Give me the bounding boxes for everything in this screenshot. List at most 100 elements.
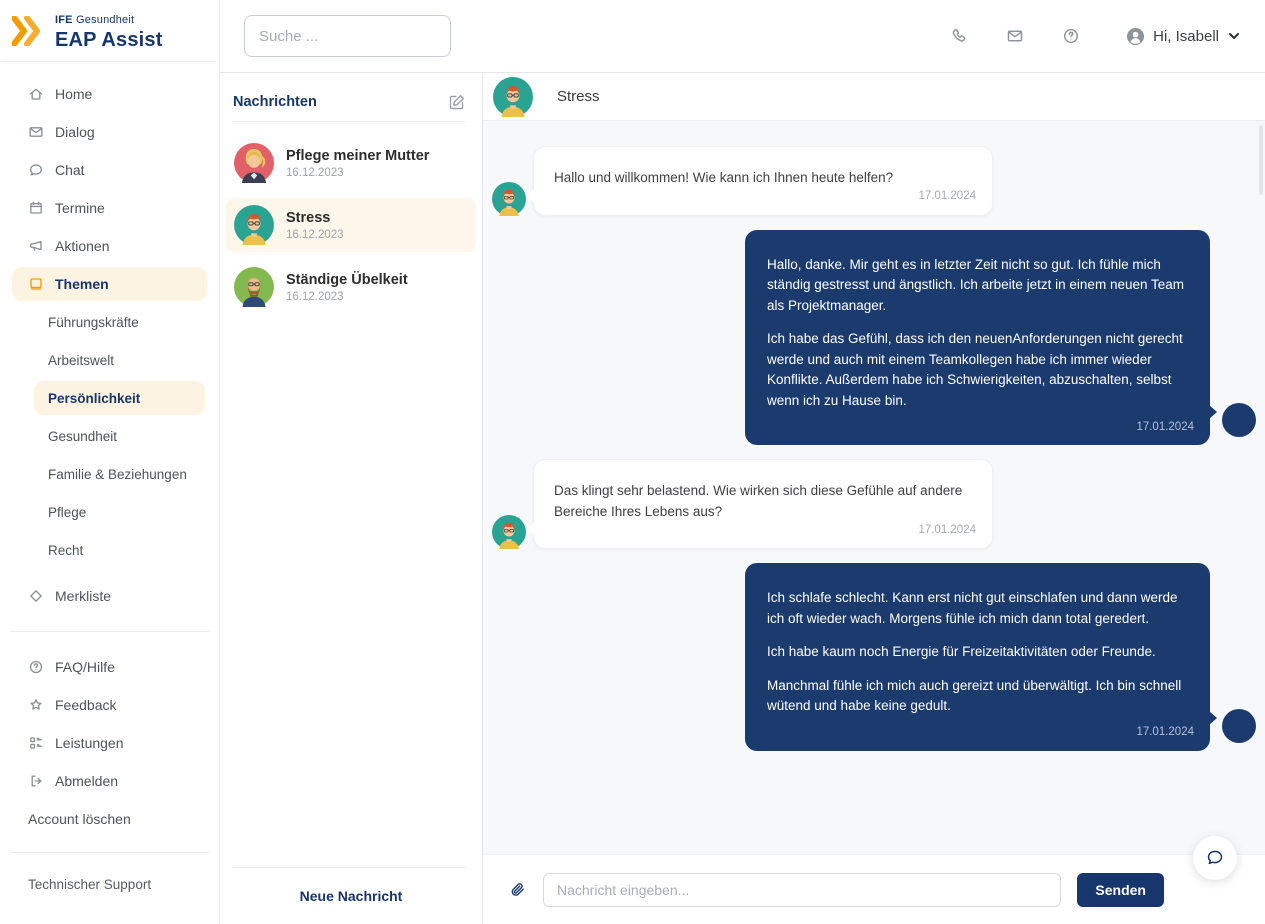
home-icon: [28, 86, 44, 102]
calendar-icon: [28, 200, 44, 216]
conversation-item-staendige-uebelkeit[interactable]: Ständige Übelkeit16.12.2023: [226, 260, 476, 314]
message-date: 17.01.2024: [918, 522, 976, 539]
sidebar-item-abmelden[interactable]: Abmelden: [0, 762, 219, 800]
mail-icon[interactable]: [1006, 27, 1024, 45]
conversation-title: Pflege meiner Mutter: [286, 148, 429, 164]
conversations-panel: Nachrichten Pflege meiner Mutter16.12.20…: [220, 73, 483, 924]
sidebar-item-dialog[interactable]: Dialog: [0, 113, 219, 151]
message-row: Hallo und willkommen! Wie kann ich Ihnen…: [492, 146, 1256, 216]
sidebar-item-label: Account löschen: [28, 811, 131, 827]
sidebar-footer: FAQ/Hilfe Feedback Leistungen Abmelden Accou…: [0, 648, 219, 838]
chat-bubble-fab[interactable]: [1193, 836, 1237, 880]
user-avatar-icon: [1126, 27, 1145, 46]
chat-panel: Stress Hallo und willkommen! Wie kann ic…: [483, 73, 1265, 924]
sidebar-topic-label: Familie & Beziehungen: [48, 467, 187, 482]
compose-icon[interactable]: [448, 93, 466, 111]
sidebar-topic-label: Persönlichkeit: [48, 391, 140, 406]
sidebar-topic-label: Führungskräfte: [48, 315, 139, 330]
conversation-list: Pflege meiner Mutter16.12.2023Stress16.1…: [220, 122, 482, 322]
sidebar-item-termine[interactable]: Termine: [0, 189, 219, 227]
megaphone-icon: [28, 238, 44, 254]
conversation-date: 16.12.2023: [286, 229, 344, 241]
chat-icon: [28, 162, 44, 178]
sidebar-topic-label: Recht: [48, 543, 83, 558]
message-composer: Senden: [483, 854, 1265, 924]
question-circle-icon: [28, 659, 44, 675]
brand-logo[interactable]: IFE Gesundheit EAP Assist: [2, 0, 217, 62]
sidebar-item-label: Abmelden: [55, 773, 118, 789]
message-text: Hallo und willkommen! Wie kann ich Ihnen…: [554, 168, 972, 189]
sidebar-item-label: Aktionen: [55, 238, 109, 254]
sidebar-divider: [10, 852, 209, 853]
chevron-down-icon: [1227, 29, 1241, 43]
outgoing-message-bubble: Hallo, danke. Mir geht es in letzter Zei…: [745, 230, 1210, 446]
scrollbar-thumb[interactable]: [1259, 125, 1263, 195]
sidebar-topic-recht[interactable]: Recht: [0, 531, 219, 569]
sidebar: IFE Gesundheit EAP Assist Home Dialog Chat…: [0, 0, 220, 924]
sidebar-item-account-loeschen[interactable]: Account löschen: [0, 800, 219, 838]
sidebar-item-label: Home: [55, 86, 92, 102]
sidebar-item-faq-hilfe[interactable]: FAQ/Hilfe: [0, 648, 219, 686]
phone-icon[interactable]: [950, 27, 968, 45]
bookmark-icon: [28, 588, 44, 604]
send-button[interactable]: Senden: [1077, 873, 1164, 907]
chat-bubble-icon: [1205, 848, 1225, 868]
search-input[interactable]: [244, 15, 451, 57]
sidebar-item-label: Themen: [55, 276, 109, 292]
brand-name: EAP Assist: [55, 29, 163, 52]
sidebar-topic-pflege[interactable]: Pflege: [0, 493, 219, 531]
sidebar-topic-gesundheit[interactable]: Gesundheit: [0, 417, 219, 455]
avatar-man-teal: [234, 205, 274, 245]
sidebar-nav: Home Dialog Chat Termine Aktionen Themen: [0, 62, 219, 303]
sidebar-item-leistungen[interactable]: Leistungen: [0, 724, 219, 762]
message-text: Das klingt sehr belastend. Wie wirken si…: [554, 481, 972, 522]
incoming-message-bubble: Hallo und willkommen! Wie kann ich Ihnen…: [533, 146, 993, 216]
sidebar-item-feedback[interactable]: Feedback: [0, 686, 219, 724]
chat-header: Stress: [483, 73, 1265, 121]
sidebar-item-chat[interactable]: Chat: [0, 151, 219, 189]
technical-support-link[interactable]: Technischer Support: [0, 863, 219, 892]
chat-title: Stress: [557, 88, 600, 105]
paperclip-icon[interactable]: [509, 881, 527, 899]
topbar: Hi, Isabell: [220, 0, 1265, 73]
sidebar-item-themen[interactable]: Themen: [12, 267, 207, 301]
sidebar-item-merkliste[interactable]: Merkliste: [0, 577, 219, 615]
sidebar-topic-label: Gesundheit: [48, 429, 117, 444]
sidebar-item-aktionen[interactable]: Aktionen: [0, 227, 219, 265]
sidebar-item-label: Feedback: [55, 697, 116, 713]
message-text: Ich habe kaum noch Energie für Freizeita…: [767, 642, 1188, 663]
avatar-man-teal: [492, 515, 526, 549]
new-message-button[interactable]: Neue Nachricht: [220, 868, 482, 924]
chat-message-area[interactable]: Hallo und willkommen! Wie kann ich Ihnen…: [483, 121, 1265, 854]
sidebar-topic-arbeitswelt[interactable]: Arbeitswelt: [0, 341, 219, 379]
user-message-avatar: [1222, 403, 1256, 437]
message-date: 17.01.2024: [1136, 419, 1194, 436]
grid-icon: [28, 735, 44, 751]
sidebar-item-home[interactable]: Home: [0, 75, 219, 113]
conversation-item-pflege-meiner-mutter[interactable]: Pflege meiner Mutter16.12.2023: [226, 136, 476, 190]
help-icon[interactable]: [1062, 27, 1080, 45]
book-icon: [28, 276, 44, 292]
message-row: Das klingt sehr belastend. Wie wirken si…: [492, 459, 1256, 549]
sidebar-topics: Führungskräfte Arbeitswelt Persönlichkeit G…: [0, 303, 219, 569]
message-input[interactable]: [543, 873, 1061, 907]
avatar-woman-red: [234, 143, 274, 183]
mail-icon: [28, 124, 44, 140]
sidebar-topic-label: Pflege: [48, 505, 86, 520]
message-row: Ich schlafe schlecht. Kann erst nicht gu…: [492, 563, 1256, 751]
sidebar-extra: Merkliste: [0, 577, 219, 615]
sidebar-item-label: Termine: [55, 200, 105, 216]
sidebar-topic-persoenlichkeit[interactable]: Persönlichkeit: [34, 381, 205, 415]
message-text: Hallo, danke. Mir geht es in letzter Zei…: [767, 255, 1188, 317]
user-menu[interactable]: Hi, Isabell: [1126, 27, 1241, 46]
sidebar-item-label: Dialog: [55, 124, 95, 140]
sidebar-divider: [10, 631, 209, 632]
sidebar-item-label: FAQ/Hilfe: [55, 659, 115, 675]
message-text: Manchmal fühle ich mich auch gereizt und…: [767, 676, 1188, 717]
sidebar-topic-fuehrungskraefte[interactable]: Führungskräfte: [0, 303, 219, 341]
message-text: Ich habe das Gefühl, dass ich den neuenA…: [767, 329, 1188, 411]
sidebar-topic-familie-beziehungen[interactable]: Familie & Beziehungen: [0, 455, 219, 493]
conversation-item-stress[interactable]: Stress16.12.2023: [226, 198, 476, 252]
avatar-man-teal: [492, 182, 526, 216]
message-date: 17.01.2024: [1136, 724, 1194, 741]
